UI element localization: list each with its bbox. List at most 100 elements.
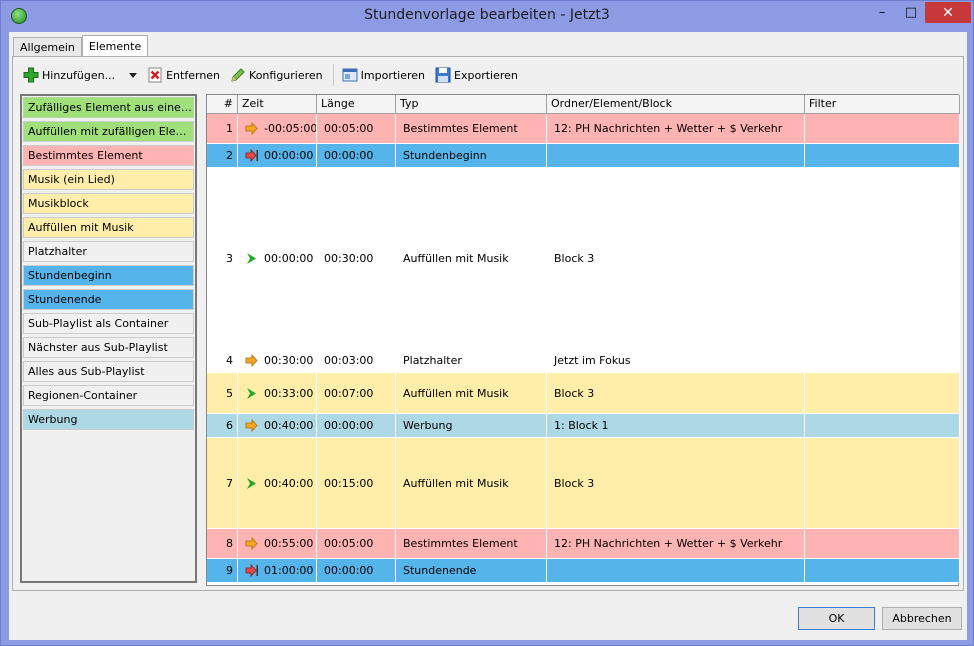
cell-num[interactable]: 3 [207,168,238,348]
import-button[interactable]: Importieren [338,64,429,86]
column-header-number[interactable]: # [207,95,238,114]
table-row[interactable]: 8 00:55:00 00:05:00 Bestimmtes Element 12: P… [207,529,960,559]
palette-item[interactable]: Regionen-Container [23,385,194,406]
cell-zeit[interactable]: 00:55:00 [238,529,317,558]
palette-item[interactable]: Stundenende [23,289,194,310]
cell-length[interactable]: 00:30:00 [317,168,396,348]
cell-num[interactable]: 1 [207,114,238,143]
cell-zeit[interactable]: 00:00:00 [238,144,317,167]
cell-type[interactable]: Werbung [396,414,547,437]
cell-num[interactable]: 4 [207,349,238,372]
cell-zeit[interactable]: 00:33:00 [238,373,317,413]
cell-length[interactable]: 00:00:00 [317,414,396,437]
column-header-typ[interactable]: Typ [396,95,547,114]
element-grid[interactable]: # Zeit Länge Typ Ordner/Element/Block Fi… [206,94,960,586]
cell-filter[interactable] [805,559,960,582]
cell-filter[interactable] [805,414,960,437]
cell-type[interactable]: Auffüllen mit Musik [396,438,547,528]
palette-item[interactable]: Alles aus Sub-Playlist [23,361,194,382]
cell-length[interactable]: 00:15:00 [317,438,396,528]
cell-num[interactable]: 8 [207,529,238,558]
cell-filter[interactable] [805,373,960,413]
palette-item[interactable]: Nächster aus Sub-Playlist [23,337,194,358]
cell-target[interactable]: Block 3 [547,438,805,528]
table-row[interactable]: 6 00:40:00 00:00:00 Werbung 1: Block 1 [207,414,960,438]
cell-num[interactable]: 2 [207,144,238,167]
palette-item[interactable]: Auffüllen mit zufälligen Elementen [23,121,194,142]
cell-type[interactable]: Bestimmtes Element [396,114,547,143]
table-row[interactable]: 3 00:00:00 00:30:00 Auffüllen mit Musik Bloc… [207,168,960,349]
remove-button[interactable]: Entfernen [143,64,224,86]
cell-length[interactable]: 00:00:00 [317,559,396,582]
close-button[interactable]: ✕ [925,2,971,23]
cell-target[interactable] [547,559,805,582]
table-row[interactable]: 1 -00:05:00 00:05:00 Bestimmtes Element 12: … [207,114,960,144]
cell-num[interactable]: 7 [207,438,238,528]
minimize-button[interactable]: – [867,2,897,23]
palette-item[interactable]: Musikblock [23,193,194,214]
cell-length[interactable]: 00:05:00 [317,114,396,143]
add-dropdown-arrow[interactable] [129,72,138,78]
palette-item[interactable]: Zufälliges Element aus einem be... [23,97,194,118]
table-row[interactable]: 9 01:00:00 00:00:00 Stundenende [207,559,960,583]
cell-target[interactable]: Block 3 [547,373,805,413]
palette-item[interactable]: Auffüllen mit Musik [23,217,194,238]
cell-num[interactable]: 5 [207,373,238,413]
cell-target[interactable]: Block 3 [547,168,805,348]
cell-filter[interactable] [805,114,960,143]
table-row[interactable]: 7 00:40:00 00:15:00 Auffüllen mit Musik Bloc… [207,438,960,529]
cell-target[interactable]: Jetzt im Fokus [547,349,805,372]
cell-zeit[interactable]: 00:40:00 [238,438,317,528]
cell-type[interactable]: Bestimmtes Element [396,529,547,558]
cell-target[interactable]: 12: PH Nachrichten + Wetter + $ Verkehr [547,114,805,143]
cell-length[interactable]: 00:03:00 [317,349,396,372]
cell-target[interactable] [547,144,805,167]
table-row[interactable]: 5 00:33:00 00:07:00 Auffüllen mit Musik Bloc… [207,373,960,414]
palette-item[interactable]: Werbung [23,409,194,430]
palette-item[interactable]: Stundenbeginn [23,265,194,286]
cell-num[interactable]: 9 [207,559,238,582]
export-button[interactable]: Exportieren [431,64,522,86]
cell-zeit[interactable]: 01:00:00 [238,559,317,582]
tab-elemente[interactable]: Elemente [81,35,149,57]
palette-item[interactable]: Musik (ein Lied) [23,169,194,190]
column-header-ordner[interactable]: Ordner/Element/Block [547,95,805,114]
table-row[interactable]: 4 00:30:00 00:03:00 Platzhalter Jetzt im Fok… [207,349,960,373]
column-header-filter[interactable]: Filter [805,95,960,114]
cell-zeit[interactable]: 00:00:00 [238,168,317,348]
cell-length[interactable]: 00:05:00 [317,529,396,558]
cell-length[interactable]: 00:00:00 [317,144,396,167]
cell-type[interactable]: Stundenbeginn [396,144,547,167]
cancel-button[interactable]: Abbrechen [882,607,962,630]
table-row[interactable]: 2 00:00:00 00:00:00 Stundenbeginn [207,144,960,168]
cell-zeit-text: 00:40:00 [264,419,314,432]
ok-button[interactable]: OK [798,607,875,630]
cell-filter[interactable] [805,144,960,167]
column-header-zeit[interactable]: Zeit [238,95,317,114]
cell-filter[interactable] [805,529,960,558]
cell-filter[interactable] [805,438,960,528]
cell-type[interactable]: Auffüllen mit Musik [396,168,547,348]
cell-zeit[interactable]: 00:40:00 [238,414,317,437]
cell-filter[interactable] [805,349,960,372]
maximize-button[interactable]: □ [897,2,925,23]
cell-num[interactable]: 6 [207,414,238,437]
cell-length[interactable]: 00:07:00 [317,373,396,413]
cell-type[interactable]: Stundenende [396,559,547,582]
cell-type[interactable]: Auffüllen mit Musik [396,373,547,413]
palette-item[interactable]: Bestimmtes Element [23,145,194,166]
configure-button[interactable]: Konfigurieren [226,64,327,86]
tab-allgemein[interactable]: Allgemein [13,37,82,57]
cell-type[interactable]: Platzhalter [396,349,547,372]
column-header-laenge[interactable]: Länge [317,95,396,114]
palette-item[interactable]: Sub-Playlist als Container [23,313,194,334]
palette-item[interactable]: Platzhalter [23,241,194,262]
cell-zeit[interactable]: 00:30:00 [238,349,317,372]
cell-filter[interactable] [805,168,960,348]
cell-target[interactable]: 12: PH Nachrichten + Wetter + $ Verkehr [547,529,805,558]
cell-target[interactable]: 1: Block 1 [547,414,805,437]
cell-zeit[interactable]: -00:05:00 [238,114,317,143]
add-button[interactable]: Hinzufügen... [19,64,119,86]
title-bar[interactable]: Stundenvorlage bearbeiten - Jetzt3 – □ ✕ [1,1,973,32]
cell-zeit-text: 00:30:00 [264,354,314,367]
